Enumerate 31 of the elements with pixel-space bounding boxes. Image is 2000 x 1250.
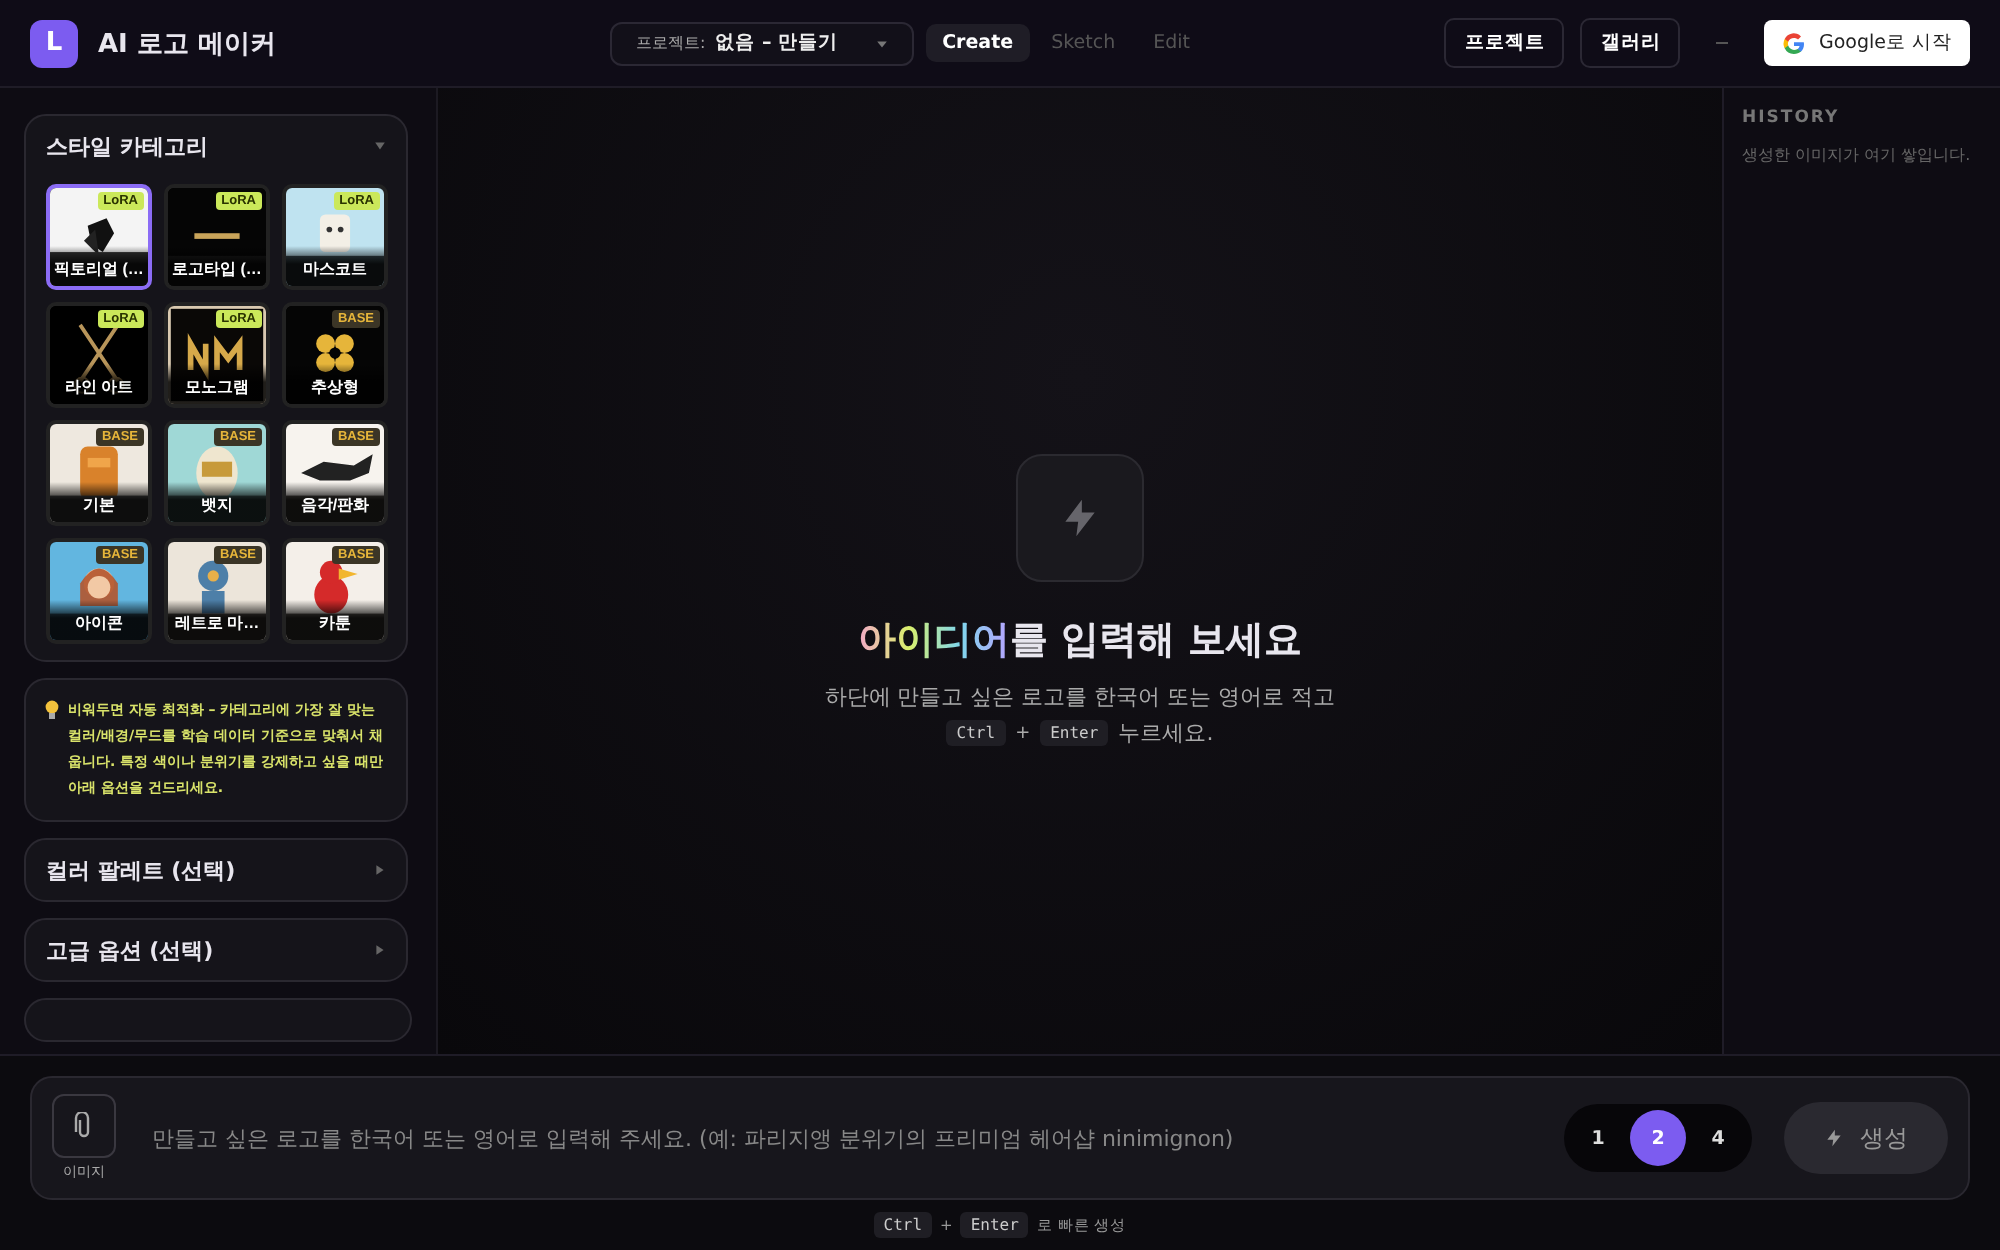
count-option[interactable]: 1 [1570, 1110, 1626, 1166]
app-logo: L [30, 19, 78, 67]
key-label: Enter [960, 1212, 1029, 1238]
google-logo [1782, 31, 1807, 55]
project-select[interactable]: 프로젝트: 없음 – 만들기 [610, 21, 915, 65]
empty-state-text: 하단에 만들고 싶은 로고를 한국어 또는 영어로 적고 [824, 682, 1336, 712]
history-title: HISTORY [1742, 108, 1842, 128]
collapsible-section[interactable]: 컬러 팔레트 (선택) [24, 838, 408, 902]
collapsible-section[interactable] [24, 998, 412, 1042]
empty-state-title: 아이디어를 입력해 보세요 [857, 616, 1303, 666]
key-label: Ctrl [873, 1212, 933, 1238]
count-option[interactable]: 4 [1690, 1110, 1746, 1166]
app-title: AI 로고 메이커 [98, 27, 276, 61]
panel-title: 스타일 카테고리 [46, 131, 208, 161]
history-empty-text: 생성한 이미지가 여기 쌓입니다. [1742, 144, 1973, 166]
key-label: Enter [1040, 720, 1109, 746]
section-title: 고급 옵션 (선택) [46, 935, 214, 965]
caret-icon [876, 37, 889, 49]
count-option[interactable]: 2 [1630, 1110, 1686, 1166]
section-title: 컬러 팔레트 (선택) [46, 855, 236, 885]
google-login-button[interactable]: Google로 시작 [1764, 20, 1970, 66]
lightbulb-icon [44, 700, 60, 720]
plus-sign: + [1015, 723, 1031, 743]
nav-button[interactable]: 프로젝트 [1444, 18, 1565, 68]
prompt-input[interactable]: 만들고 싶은 로고를 한국어 또는 영어로 입력해 주세요. (예: 파리지앵 분위기의 프리미엄 헤어샵 ninimignon) [148, 1123, 1532, 1153]
lightning-icon [1824, 1128, 1844, 1148]
nav-button[interactable]: 갤러리 [1580, 18, 1681, 68]
key-label: Ctrl [946, 720, 1006, 746]
collapsible-section[interactable]: 고급 옵션 (선택) [24, 918, 408, 982]
empty-state-text: 누르세요. [1118, 718, 1214, 748]
mode-tab[interactable]: Create [926, 24, 1030, 62]
